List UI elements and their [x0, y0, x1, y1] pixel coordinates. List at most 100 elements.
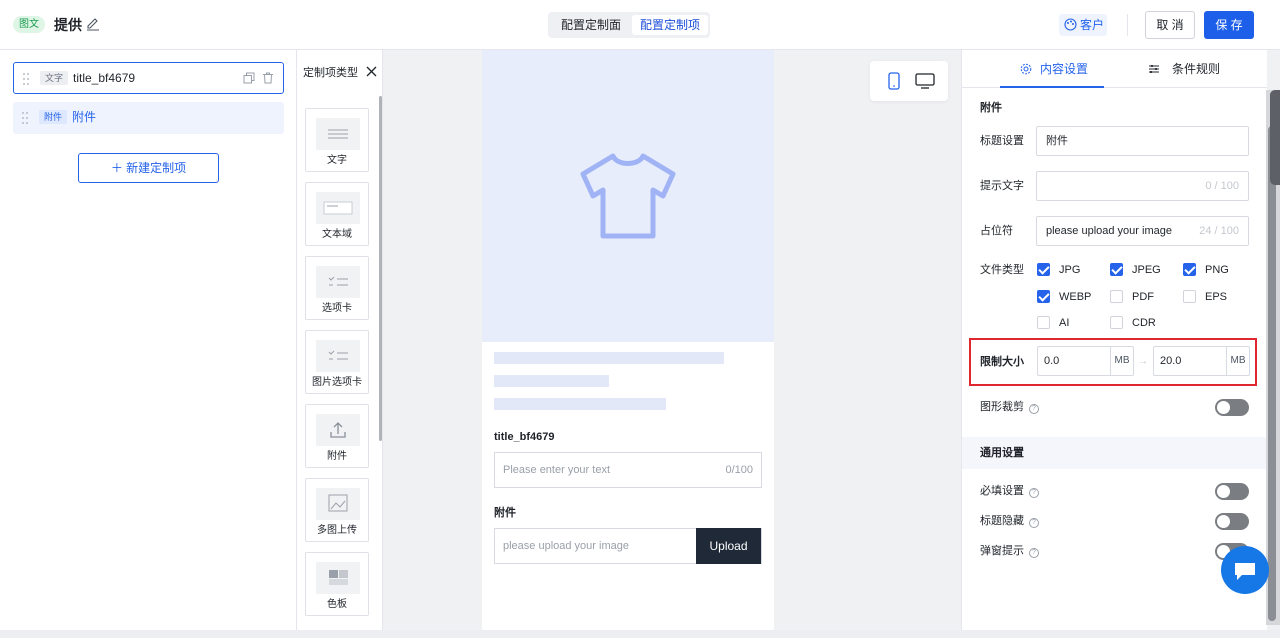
type-card-label: 多图上传: [317, 525, 357, 536]
sliders-icon: [1149, 65, 1159, 73]
items-panel: 文字 title_bf4679 附件 附件 ＋ 新建定制项: [0, 50, 297, 630]
side-drawer-handle[interactable]: [1270, 90, 1280, 185]
customer-button[interactable]: 客户: [1059, 14, 1107, 36]
tab-config-items[interactable]: 配置定制项: [632, 15, 708, 35]
type-card-textarea[interactable]: 文本域: [305, 182, 369, 246]
title-setting-input[interactable]: 附件: [1036, 126, 1249, 156]
cancel-button[interactable]: 取 消: [1145, 11, 1195, 39]
type-card-image-options[interactable]: 图片选项卡: [305, 330, 369, 394]
checkbox-jpeg[interactable]: [1110, 263, 1123, 276]
image-checklist-icon: [316, 340, 360, 372]
checkbox-label: WEBP: [1059, 291, 1092, 303]
skeleton-line: [494, 352, 724, 364]
placeholder-input[interactable]: please upload your image 24 / 100: [1036, 216, 1249, 246]
type-card-label: 文本域: [322, 229, 352, 240]
mobile-preview: title_bf4679 Please enter your text 0/10…: [482, 50, 774, 630]
type-card-palette[interactable]: 色板: [305, 552, 369, 616]
skeleton-line: [494, 375, 609, 387]
save-button[interactable]: 保 存: [1204, 11, 1254, 39]
textarea-icon: [316, 192, 360, 224]
field-title: 附件: [494, 507, 516, 519]
tab-content-settings[interactable]: 内容设置: [1000, 50, 1104, 88]
checklist-icon: [316, 266, 360, 298]
scrollbar[interactable]: [379, 96, 382, 441]
help-icon[interactable]: ?: [1029, 518, 1039, 528]
file-type-label: 文件类型: [980, 264, 1024, 276]
image-icon: [316, 488, 360, 520]
page-title: 提供: [54, 17, 82, 33]
type-card-text[interactable]: 文字: [305, 108, 369, 172]
char-count: 0/100: [725, 464, 753, 476]
new-item-button[interactable]: ＋ 新建定制项: [78, 153, 219, 183]
bottom-strip: [0, 630, 1280, 638]
char-count: 0 / 100: [1205, 180, 1239, 192]
hint-text-label: 提示文字: [980, 180, 1024, 192]
type-card-label: 文字: [327, 155, 347, 166]
list-item[interactable]: 附件 附件: [13, 102, 284, 134]
input-placeholder: Please enter your text: [503, 464, 611, 476]
required-label: 必填设置: [980, 485, 1024, 497]
close-icon[interactable]: [366, 66, 377, 77]
hint-text-input[interactable]: 0 / 100: [1036, 171, 1249, 201]
help-icon[interactable]: ?: [1029, 488, 1039, 498]
text-input[interactable]: Please enter your text 0/100: [494, 452, 762, 488]
type-card-attachment[interactable]: 附件: [305, 404, 369, 468]
chat-icon: [1235, 563, 1255, 580]
skeleton-line: [494, 398, 666, 410]
drag-handle-icon[interactable]: [22, 112, 28, 124]
title-setting-label: 标题设置: [980, 135, 1024, 147]
help-icon[interactable]: ?: [1029, 404, 1039, 414]
section-title: 附件: [980, 102, 1002, 114]
type-card-label: 附件: [327, 451, 347, 462]
palette-icon: [1064, 18, 1077, 31]
customer-label: 客户: [1080, 18, 1105, 32]
list-item[interactable]: 文字 title_bf4679: [13, 62, 284, 94]
checkbox-label: PDF: [1132, 291, 1154, 303]
type-card-multi-image[interactable]: 多图上传: [305, 478, 369, 542]
preview-canvas: title_bf4679 Please enter your text 0/10…: [383, 50, 961, 630]
popup-setting: 弹窗提示?: [980, 544, 1039, 558]
mobile-icon[interactable]: [888, 72, 900, 90]
type-card-options[interactable]: 选项卡: [305, 256, 369, 320]
trash-icon[interactable]: [262, 72, 274, 84]
type-card-label: 色板: [327, 599, 347, 610]
checkbox-eps[interactable]: [1183, 290, 1196, 303]
edit-icon[interactable]: [86, 17, 100, 31]
drag-handle-icon[interactable]: [23, 73, 29, 85]
checkbox-ai[interactable]: [1037, 316, 1050, 329]
popup-label: 弹窗提示: [980, 545, 1024, 557]
checkbox-png[interactable]: [1183, 263, 1196, 276]
hide-title-setting: 标题隐藏?: [980, 514, 1039, 528]
checkbox-label: AI: [1059, 317, 1070, 329]
checkbox-cdr[interactable]: [1110, 316, 1123, 329]
device-toggle: [870, 61, 948, 101]
hide-title-toggle[interactable]: [1215, 513, 1249, 530]
tab-condition-rules[interactable]: 条件规则: [1148, 50, 1220, 88]
item-label: title_bf4679: [73, 71, 136, 85]
upload-placeholder: please upload your image: [503, 540, 629, 552]
tab-config-face[interactable]: 配置定制面: [552, 15, 630, 35]
scrollbar-thumb[interactable]: [1268, 126, 1276, 621]
help-icon[interactable]: ?: [1029, 548, 1039, 558]
checkbox-webp[interactable]: [1037, 290, 1050, 303]
chat-button[interactable]: [1221, 546, 1269, 594]
plus-icon: ＋: [110, 161, 127, 175]
checkbox-pdf[interactable]: [1110, 290, 1123, 303]
upload-field[interactable]: please upload your image Upload: [494, 528, 762, 564]
field-title: title_bf4679: [494, 431, 555, 443]
tab-label: 内容设置: [1040, 62, 1089, 76]
checkbox-label: JPEG: [1132, 264, 1161, 276]
top-header: 图文 提供 配置定制面 配置定制项 客户 取 消 保 存: [0, 0, 1280, 50]
checkbox-jpg[interactable]: [1037, 263, 1050, 276]
checkbox-label: PNG: [1205, 264, 1229, 276]
upload-icon: [316, 414, 360, 446]
copy-icon[interactable]: [243, 72, 255, 84]
crop-toggle[interactable]: [1215, 399, 1249, 416]
upload-button[interactable]: Upload: [696, 528, 761, 564]
required-toggle[interactable]: [1215, 483, 1249, 500]
section-title: 通用设置: [980, 447, 1024, 459]
general-settings-header: 通用设置: [962, 437, 1267, 469]
types-title: 定制项类型: [303, 67, 358, 79]
desktop-icon[interactable]: [915, 73, 935, 89]
tab-label: 条件规则: [1172, 62, 1221, 76]
